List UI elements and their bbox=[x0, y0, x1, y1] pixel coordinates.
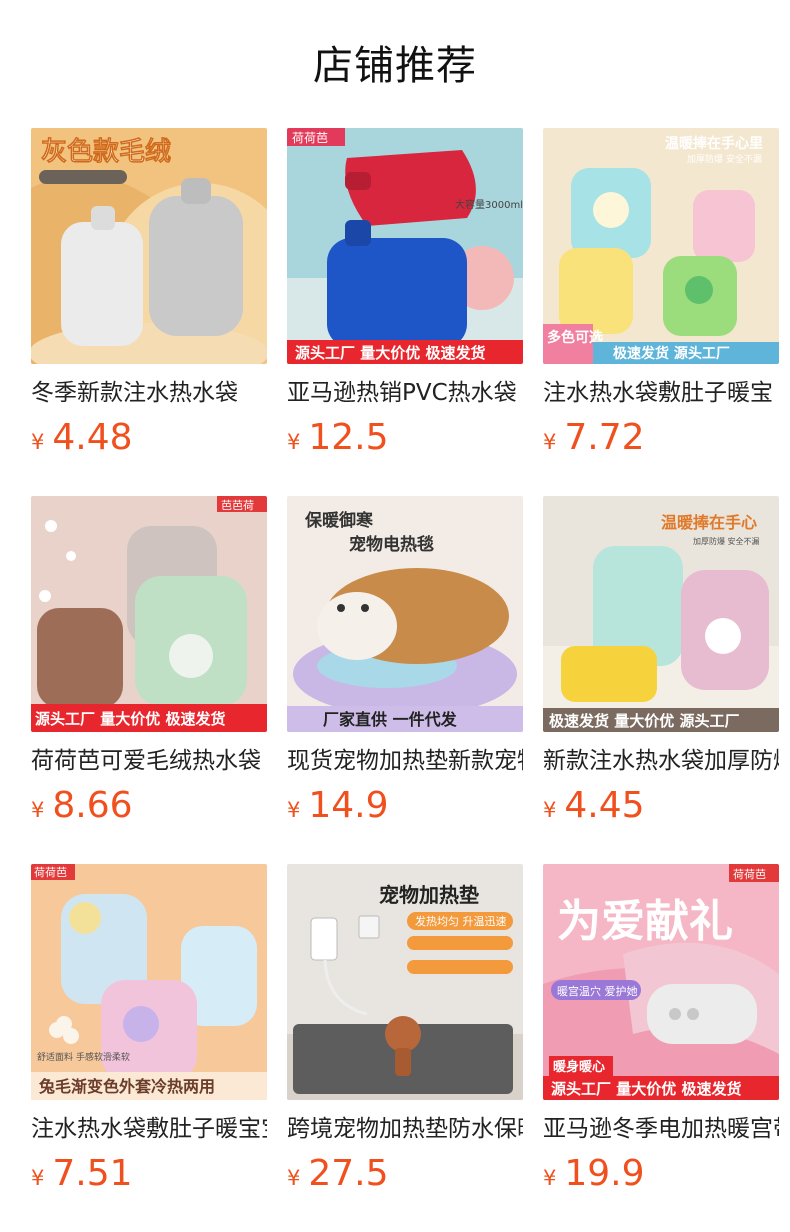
product-price: ¥7.72 bbox=[543, 416, 645, 460]
image-sub-text: 暖宫温穴 爱护她 bbox=[557, 984, 638, 998]
price-value: 7.51 bbox=[52, 1153, 133, 1194]
product-name[interactable]: 亚马逊热销PVC热水袋 bbox=[287, 376, 523, 410]
image-bottom-text: 兔毛渐变色外套冷热两用 bbox=[38, 1077, 215, 1096]
image-bottom-text: 源头工厂 量大价优 极速发货 bbox=[295, 344, 485, 362]
product-price: ¥4.48 bbox=[31, 416, 133, 460]
brand-badge: 荷荷芭 bbox=[733, 867, 766, 881]
product-price: ¥8.66 bbox=[31, 784, 133, 828]
image-bottom-text: 源头工厂 量大价优 极速发货 bbox=[35, 710, 225, 728]
image-bottom-text: 极速发货 量大价优 源头工厂 bbox=[549, 712, 739, 730]
image-corner-text: 暖身暖心 bbox=[553, 1059, 605, 1075]
product-image-9[interactable]: 荷荷芭 为爱献礼 暖宫温穴 爱护她 暖身暖心 源头工厂 量大价优 极速发货 bbox=[543, 864, 779, 1100]
product-name[interactable]: 新款注水热水袋加厚防爆 bbox=[543, 744, 779, 778]
brand-badge: 荷荷芭 bbox=[292, 131, 328, 145]
product-name[interactable]: 冬季新款注水热水袋 bbox=[31, 376, 267, 410]
image-bottom-text: 极速发货 源头工厂 bbox=[613, 345, 730, 362]
price-value: 7.72 bbox=[564, 417, 645, 458]
product-image-5[interactable]: 保暖御寒 宠物电热毯 厂家直供 一件代发 bbox=[287, 496, 523, 732]
price-value: 12.5 bbox=[308, 417, 389, 458]
brand-badge: 荷荷芭 bbox=[34, 865, 67, 879]
image-sub-text: 加厚防爆 安全不漏 bbox=[693, 536, 760, 546]
product-price: ¥27.5 bbox=[287, 1152, 389, 1196]
image-side-text: 大容量3000ml bbox=[455, 198, 523, 211]
price-value: 14.9 bbox=[308, 785, 389, 826]
product-name[interactable]: 荷荷芭可爱毛绒热水袋 bbox=[31, 744, 267, 778]
image-sub-text: 发热均匀 升温迅速 bbox=[415, 914, 507, 928]
product-image-2[interactable]: 荷荷芭 大容量3000ml 源头工厂 量大价优 极速发货 bbox=[287, 128, 523, 364]
product-image-3[interactable]: 温暖捧在手心里 加厚防爆 安全不漏 多色可选 极速发货 源头工厂 bbox=[543, 128, 779, 364]
currency-symbol: ¥ bbox=[31, 430, 45, 454]
product-price: ¥12.5 bbox=[287, 416, 389, 460]
currency-symbol: ¥ bbox=[543, 1166, 557, 1190]
currency-symbol: ¥ bbox=[287, 430, 301, 454]
product-image-7[interactable]: 荷荷芭 舒适面料 手感软滑柔软 兔毛渐变色外套冷热两用 bbox=[31, 864, 267, 1100]
price-value: 19.9 bbox=[564, 1153, 645, 1194]
product-name[interactable]: 亚马逊冬季电加热暖宫带 bbox=[543, 1112, 779, 1146]
image-top-text: 温暖捧在手心里 bbox=[665, 135, 763, 152]
price-value: 4.45 bbox=[564, 785, 645, 826]
product-price: ¥4.45 bbox=[543, 784, 645, 828]
price-value: 27.5 bbox=[308, 1153, 389, 1194]
image-bottom-text: 源头工厂 量大价优 极速发货 bbox=[551, 1080, 741, 1098]
currency-symbol: ¥ bbox=[31, 798, 45, 822]
product-image-8[interactable]: 宠物加热垫 发热均匀 升温迅速 bbox=[287, 864, 523, 1100]
image-sub-text: 舒适面料 手感软滑柔软 bbox=[37, 1051, 130, 1063]
product-image-6[interactable]: 温暖捧在手心 加厚防爆 安全不漏 极速发货 量大价优 源头工厂 bbox=[543, 496, 779, 732]
brand-badge: 芭芭荷 bbox=[221, 498, 254, 512]
image-top-text: 为爱献礼 bbox=[557, 896, 733, 947]
section-title: 店铺推荐 bbox=[313, 43, 477, 89]
price-value: 4.48 bbox=[52, 417, 133, 458]
currency-symbol: ¥ bbox=[287, 798, 301, 822]
currency-symbol: ¥ bbox=[31, 1166, 45, 1190]
product-name[interactable]: 现货宠物加热垫新款宠物 bbox=[287, 744, 523, 778]
product-price: ¥7.51 bbox=[31, 1152, 133, 1196]
currency-symbol: ¥ bbox=[543, 798, 557, 822]
image-sub-text: 加厚防爆 安全不漏 bbox=[687, 153, 762, 165]
product-price: ¥19.9 bbox=[543, 1152, 645, 1196]
product-image-1[interactable]: 灰色款毛绒 bbox=[31, 128, 267, 364]
image-bottom-text: 厂家直供 一件代发 bbox=[323, 710, 458, 729]
image-top-text: 灰色款毛绒 bbox=[41, 136, 171, 167]
product-name[interactable]: 注水热水袋敷肚子暖宝宝 bbox=[31, 1112, 267, 1146]
image-top-text: 保暖御寒 bbox=[304, 510, 373, 531]
image-sub-text: 宠物电热毯 bbox=[349, 534, 434, 555]
currency-symbol: ¥ bbox=[543, 430, 557, 454]
product-name[interactable]: 注水热水袋敷肚子暖宝 bbox=[543, 376, 779, 410]
price-value: 8.66 bbox=[52, 785, 133, 826]
image-top-text: 宠物加热垫 bbox=[379, 883, 479, 907]
image-top-text: 温暖捧在手心 bbox=[660, 513, 757, 532]
product-price: ¥14.9 bbox=[287, 784, 389, 828]
product-name[interactable]: 跨境宠物加热垫防水保暖 bbox=[287, 1112, 523, 1146]
product-image-4[interactable]: 芭芭荷 源头工厂 量大价优 极速发货 bbox=[31, 496, 267, 732]
currency-symbol: ¥ bbox=[287, 1166, 301, 1190]
